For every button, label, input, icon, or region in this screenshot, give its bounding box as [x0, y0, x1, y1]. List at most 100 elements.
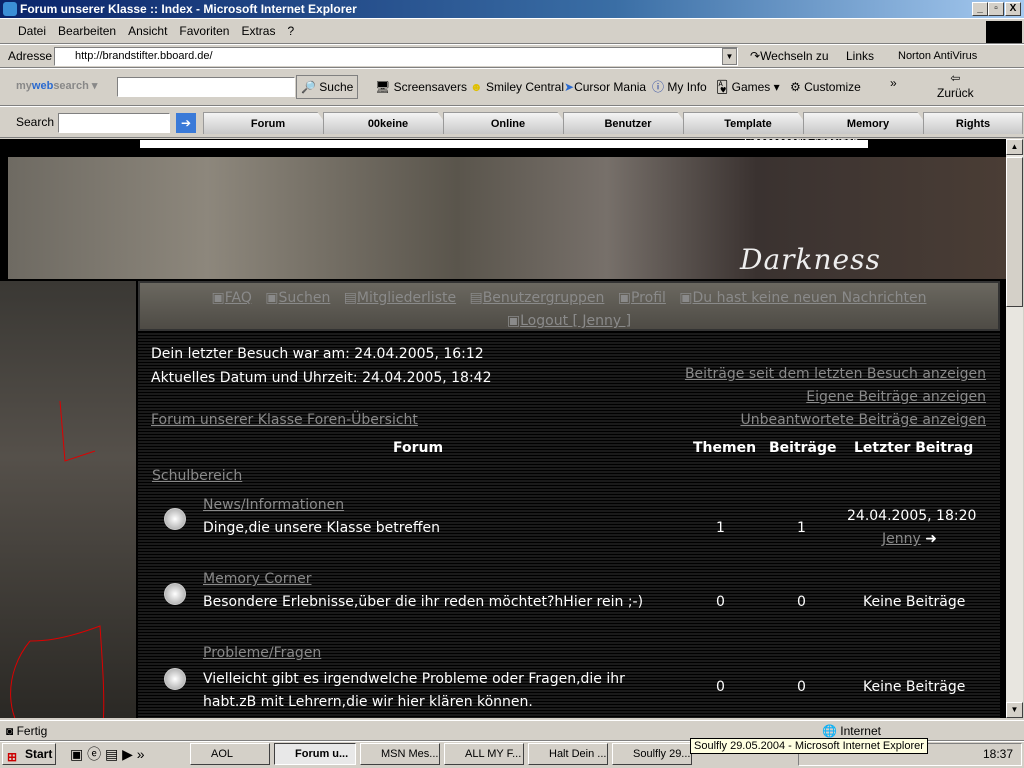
- tab-memory[interactable]: Memory: [803, 112, 933, 134]
- header-topics: Themen: [693, 440, 757, 456]
- windows-logo-icon: [986, 21, 1022, 43]
- back-button[interactable]: ⇦ Zurück: [937, 71, 974, 101]
- games-icon: 🂱: [716, 80, 729, 94]
- header-last-post: Letzter Beitrag: [854, 440, 974, 456]
- minimize-button[interactable]: _: [972, 2, 988, 16]
- category-link[interactable]: Schulbereich: [152, 468, 242, 484]
- menu-help[interactable]: ?: [287, 19, 294, 43]
- status-text: ◙ Fertig: [6, 724, 48, 738]
- nav-suchen[interactable]: ▣Suchen: [265, 290, 330, 306]
- globe-icon: 🌐: [822, 724, 837, 738]
- window-title: Forum unserer Klasse :: Index - Microsof…: [20, 2, 357, 16]
- my-info-button[interactable]: ⓘ My Info: [652, 77, 707, 97]
- menu-bearbeiten[interactable]: Bearbeiten: [58, 19, 116, 43]
- taskbar-msn[interactable]: MSN Mes...: [360, 743, 440, 765]
- last-post-user-link[interactable]: Jenny: [882, 531, 921, 547]
- nav-benutzergruppen[interactable]: ▤Benutzergruppen: [469, 290, 604, 306]
- forum-content: Dein letzter Besuch war am: 24.04.2005, …: [138, 333, 1000, 718]
- games-button[interactable]: 🂱 Games ▾: [716, 77, 780, 97]
- header-posts: Beiträge: [769, 440, 837, 456]
- web-page: Gooooooogle Anzeigen Darkness ▣FAQ ▣Such…: [0, 139, 1006, 718]
- own-posts-link[interactable]: Eigene Beiträge anzeigen: [806, 389, 986, 405]
- taskbar-all-my[interactable]: ALL MY F...: [444, 743, 524, 765]
- windows-flag-icon: ⊞: [7, 750, 18, 764]
- nav-logout[interactable]: ▣Logout [ Jenny ]: [507, 313, 631, 329]
- address-label: Adresse: [8, 49, 53, 63]
- search-label: Search: [16, 115, 55, 129]
- customize-button[interactable]: ⚙ Customize: [790, 77, 861, 97]
- tab-00keine[interactable]: 00keine: [323, 112, 453, 134]
- forum-read-icon: [164, 508, 186, 530]
- tab-online[interactable]: Online: [443, 112, 573, 134]
- ads-link[interactable]: Gooooooogle Anzeigen: [744, 139, 858, 148]
- more-chevron-icon[interactable]: »: [890, 73, 897, 93]
- scroll-down-button[interactable]: ▼: [1006, 702, 1023, 718]
- new-posts-link[interactable]: Beiträge seit dem letzten Besuch anzeige…: [685, 366, 986, 382]
- clock: 18:37: [982, 747, 1013, 761]
- forum-read-icon: [164, 668, 186, 690]
- close-button[interactable]: X: [1005, 2, 1021, 16]
- menu-extras[interactable]: Extras: [241, 19, 275, 43]
- address-dropdown-icon[interactable]: ▼: [722, 48, 737, 65]
- taskbar-aol[interactable]: AOL: [190, 743, 270, 765]
- last-post-date: 24.04.2005, 18:20: [847, 508, 977, 524]
- forum-index-link[interactable]: Forum unserer Klasse Foren-Übersicht: [151, 412, 418, 428]
- address-url: http://brandstifter.bboard.de/: [75, 50, 213, 62]
- nav-messages[interactable]: ▣Du hast keine neuen Nachrichten: [679, 290, 926, 306]
- side-image: [0, 281, 136, 718]
- suche-button[interactable]: 🔎 Suche: [296, 75, 359, 99]
- mywebsearch-logo[interactable]: mywebsearch ▾: [16, 76, 97, 96]
- forum-description: Dinge,die unsere Klasse betreffen: [203, 520, 440, 536]
- nav-mitgliederliste[interactable]: ▤Mitgliederliste: [344, 290, 456, 306]
- go-button[interactable]: ↷Wechseln zu: [750, 46, 829, 66]
- tab-forum[interactable]: Forum: [203, 112, 333, 134]
- nav-faq[interactable]: ▣FAQ: [212, 290, 252, 306]
- forum-link[interactable]: Probleme/Fragen: [203, 645, 321, 661]
- maximize-button[interactable]: ▫: [988, 2, 1004, 16]
- tab-template[interactable]: Template: [683, 112, 813, 134]
- tab-rights[interactable]: Rights: [923, 112, 1023, 134]
- forum-posts: 0: [797, 594, 806, 610]
- darkness-logo: Darkness: [740, 243, 881, 276]
- forum-topics: 1: [716, 520, 725, 536]
- taskbar-soulfly[interactable]: Soulfly 29....: [612, 743, 692, 765]
- current-time-text: Aktuelles Datum und Uhrzeit: 24.04.2005,…: [151, 370, 492, 386]
- goto-post-arrow-icon[interactable]: ➜: [925, 531, 937, 547]
- links-button[interactable]: Links: [846, 46, 874, 66]
- last-post: Keine Beiträge: [863, 679, 966, 695]
- cursor-mania-button[interactable]: ➤Cursor Mania: [564, 77, 646, 97]
- norton-antivirus-button[interactable]: Norton AntiVirus: [898, 46, 977, 66]
- quick-launch[interactable]: ▣ ⓔ ▤ ▶ »: [70, 744, 145, 764]
- forum-description: Vielleicht gibt es irgendwelche Probleme…: [203, 671, 625, 710]
- forum-nav: ▣FAQ ▣Suchen ▤Mitgliederliste ▤Benutzerg…: [138, 281, 1000, 331]
- last-visit-text: Dein letzter Besuch war am: 24.04.2005, …: [151, 346, 484, 362]
- vertical-scrollbar[interactable]: ▲ ▼: [1006, 139, 1023, 718]
- search-go-arrow-icon[interactable]: ➔: [176, 113, 196, 133]
- menu-favoriten[interactable]: Favoriten: [179, 19, 229, 43]
- menu-datei[interactable]: Datei: [18, 19, 46, 43]
- monitor-icon: 🖥: [375, 80, 391, 94]
- header-forum: Forum: [393, 440, 444, 456]
- forum-link[interactable]: News/Informationen: [203, 497, 344, 513]
- taskbar-forum[interactable]: Forum u...: [274, 743, 356, 765]
- smiley-central-button[interactable]: ☻ Smiley Central: [470, 77, 564, 97]
- mywebsearch-input[interactable]: [117, 77, 295, 97]
- search-input[interactable]: [58, 113, 170, 133]
- forum-link[interactable]: Memory Corner: [203, 571, 311, 587]
- forum-topics: 0: [716, 594, 725, 610]
- forum-posts: 0: [797, 679, 806, 695]
- scroll-up-button[interactable]: ▲: [1006, 139, 1023, 155]
- tab-benutzer[interactable]: Benutzer: [563, 112, 693, 134]
- last-post: Keine Beiträge: [863, 594, 966, 610]
- start-button[interactable]: ⊞ Start: [2, 743, 56, 765]
- forum-panel: ▣FAQ ▣Suchen ▤Mitgliederliste ▤Benutzerg…: [138, 281, 1000, 718]
- screensavers-button[interactable]: 🖥 Screensavers: [375, 77, 467, 97]
- forum-read-icon: [164, 583, 186, 605]
- nav-profil[interactable]: ▣Profil: [618, 290, 666, 306]
- taskbar-halt-dein[interactable]: Halt Dein ...: [528, 743, 608, 765]
- scroll-thumb[interactable]: [1006, 157, 1023, 307]
- address-bar: Adresse http://brandstifter.bboard.de/ ▼…: [0, 44, 1024, 68]
- menu-ansicht[interactable]: Ansicht: [128, 19, 167, 43]
- address-input[interactable]: http://brandstifter.bboard.de/: [54, 47, 738, 66]
- unanswered-posts-link[interactable]: Unbeantwortete Beiträge anzeigen: [740, 412, 986, 428]
